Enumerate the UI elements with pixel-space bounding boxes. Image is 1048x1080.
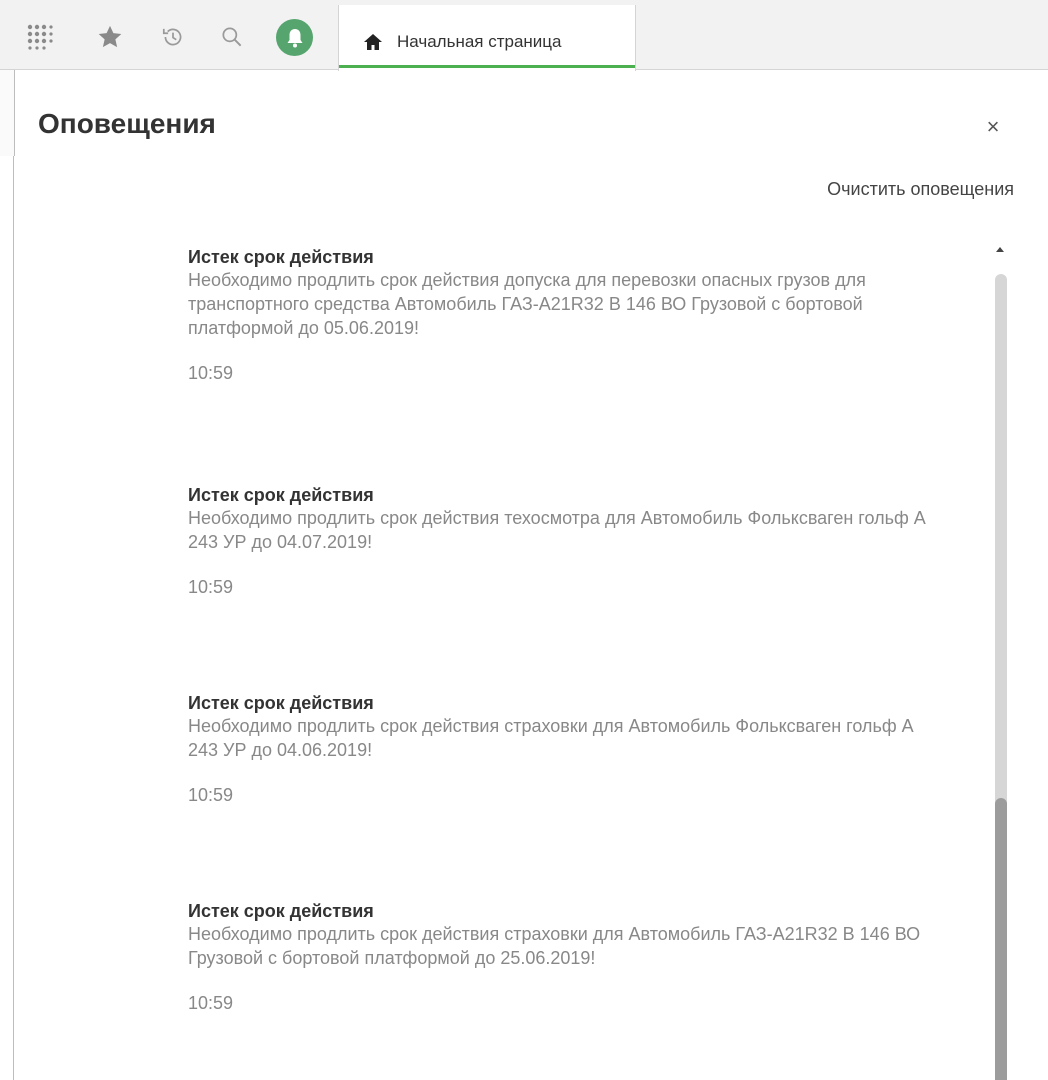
tab-label: Начальная страница	[397, 32, 562, 51]
notification-time: 10:59	[188, 577, 234, 597]
history-icon[interactable]	[153, 17, 193, 57]
home-icon	[363, 33, 383, 56]
grid-icon[interactable]	[20, 17, 60, 57]
clear-notifications-link[interactable]: Очистить оповещения	[827, 179, 1014, 200]
notification-item[interactable]: Истек срок действия Необходимо продлить …	[188, 900, 958, 1014]
notification-time: 10:59	[188, 785, 234, 805]
page-title: Оповещения	[38, 108, 216, 139]
notification-title: Истек срок действия	[188, 901, 374, 921]
star-icon[interactable]	[90, 17, 130, 57]
scrollbar-thumb[interactable]	[995, 798, 1007, 1080]
notification-item[interactable]: Истек срок действия Необходимо продлить …	[188, 484, 958, 598]
notification-title: Истек срок действия	[188, 247, 374, 267]
notification-title: Истек срок действия	[188, 693, 374, 713]
close-button[interactable]: ×	[978, 112, 1008, 142]
active-tab-indicator	[339, 65, 635, 68]
notification-item[interactable]: Истек срок действия Необходимо продлить …	[188, 246, 958, 384]
notification-text: Необходимо продлить срок действия техосм…	[188, 508, 926, 552]
app-window: Начальная страница Оповещения × Очистить…	[0, 0, 1048, 1080]
notification-time: 10:59	[188, 993, 234, 1013]
tab-home[interactable]: Начальная страница	[338, 5, 636, 71]
scroll-up-arrow-icon[interactable]	[992, 244, 1008, 258]
notification-item[interactable]: Истек срок действия Необходимо продлить …	[188, 692, 958, 806]
notification-text: Необходимо продлить срок действия допуск…	[188, 270, 866, 338]
top-toolbar: Начальная страница	[0, 0, 1048, 71]
bell-icon[interactable]	[276, 19, 313, 56]
notification-text: Необходимо продлить срок действия страхо…	[188, 716, 914, 760]
notification-time: 10:59	[188, 363, 234, 383]
search-icon[interactable]	[212, 17, 252, 57]
panel-border	[13, 156, 14, 1080]
notification-title: Истек срок действия	[188, 485, 374, 505]
notification-text: Необходимо продлить срок действия страхо…	[188, 924, 921, 968]
side-panel-edge	[0, 70, 15, 156]
